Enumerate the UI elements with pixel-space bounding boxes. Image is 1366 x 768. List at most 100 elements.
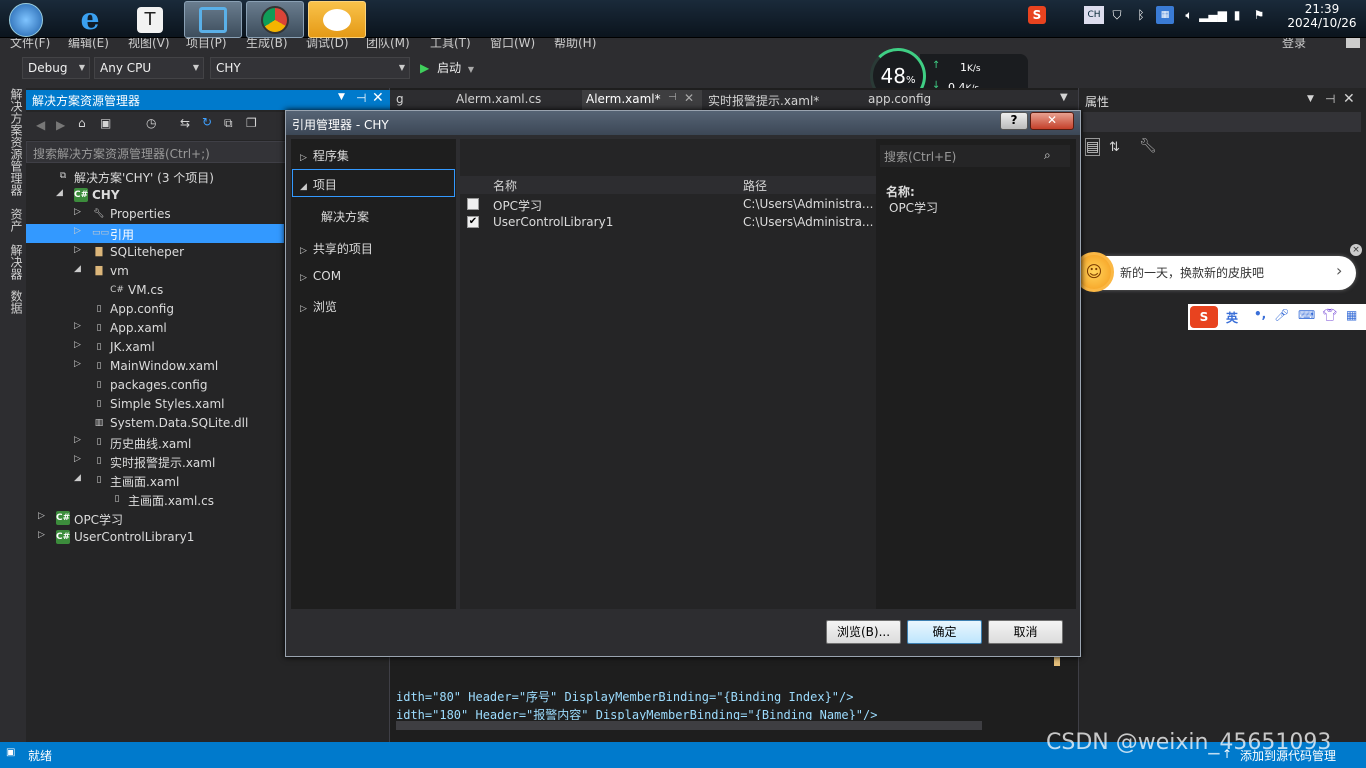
tree-item[interactable]: ▷ ▯ JK.xaml	[26, 338, 284, 357]
keyboard-icon[interactable]: ⌨	[1298, 308, 1315, 322]
collapse-all-icon[interactable]: ⧉	[224, 116, 233, 131]
skin-notification[interactable]: 新的一天，换款新的皮肤吧 ›	[1080, 256, 1356, 290]
pin-icon[interactable]: ⊣	[356, 91, 366, 105]
startup-project-dropdown[interactable]: CHY ▼	[210, 57, 410, 79]
vtab-solution-explorer[interactable]: 解决方案资源管理器	[8, 88, 25, 196]
forward-icon[interactable]: ▶	[56, 118, 65, 132]
sort-alpha-icon[interactable]: ⇅	[1109, 140, 1120, 155]
menu-edit[interactable]: 编辑(E)	[68, 38, 109, 51]
nav-item[interactable]: ▷ 程序集	[300, 147, 349, 164]
reference-row[interactable]: ✔ UserControlLibrary1 C:\Users\Administra.…	[460, 214, 876, 232]
vtab-resolver[interactable]: 解决器	[8, 244, 25, 280]
collapsed-arrow-icon[interactable]: ▷	[74, 245, 81, 255]
object-selector[interactable]	[1083, 112, 1361, 132]
tree-item[interactable]: ▯ 主画面.xaml.cs	[26, 490, 284, 509]
expanded-arrow-icon[interactable]: ◢	[56, 188, 63, 198]
nav-item[interactable]: ▷ 浏览	[300, 298, 337, 315]
column-name[interactable]: 名称	[493, 177, 517, 194]
login-link[interactable]: 登录	[1282, 38, 1306, 51]
tree-item[interactable]: ▯ Simple Styles.xaml	[26, 395, 284, 414]
battery-icon[interactable]: ▮	[1228, 6, 1246, 24]
swap-icon[interactable]: ⇆	[180, 116, 190, 130]
expanded-arrow-icon[interactable]: ◢	[74, 264, 81, 274]
collapsed-arrow-icon[interactable]: ▷	[74, 435, 81, 445]
menu-window[interactable]: 窗口(W)	[490, 38, 535, 51]
menu-view[interactable]: 视图(V)	[128, 38, 170, 51]
menu-debug[interactable]: 调试(D)	[306, 38, 349, 51]
reference-checkbox[interactable]: ✔	[467, 216, 479, 228]
microphone-icon[interactable]: 🎤︎	[1274, 308, 1289, 322]
menu-help[interactable]: 帮助(H)	[554, 38, 596, 51]
tab-app-config[interactable]: app.config	[868, 92, 931, 106]
tree-item[interactable]: ▷ 🔧︎ Properties	[26, 205, 284, 224]
tab-alerm-xaml-active[interactable]: Alerm.xaml* ⊣ ✕	[582, 90, 702, 110]
copy-icon[interactable]: ❐	[246, 116, 257, 130]
close-icon[interactable]: ✕	[1030, 112, 1074, 130]
visual-studio-app[interactable]	[184, 1, 242, 38]
chrome-app[interactable]	[246, 1, 304, 38]
tree-item[interactable]: ▥ System.Data.SQLite.dll	[26, 414, 284, 433]
wechat-app[interactable]	[308, 1, 366, 38]
skin-icon[interactable]: 👕︎	[1322, 308, 1337, 322]
toolbox-icon[interactable]: ▦	[1346, 308, 1357, 322]
dropdown-icon[interactable]: ▼	[338, 92, 345, 102]
shield-icon[interactable]: ⛉	[1108, 6, 1126, 24]
help-button[interactable]: ?	[1000, 112, 1028, 130]
reference-row[interactable]: OPC学习 C:\Users\Administra...	[460, 196, 876, 214]
tree-item[interactable]: ▷ ▯ MainWindow.xaml	[26, 357, 284, 376]
collapsed-arrow-icon[interactable]: ▷	[74, 454, 81, 464]
ime-mode[interactable]: 英	[1226, 309, 1238, 326]
nav-item[interactable]: ▷ 共享的项目	[300, 240, 373, 257]
code-line[interactable]: idth="180" Header="报警内容" DisplayMemberBi…	[396, 706, 1046, 720]
menu-file[interactable]: 文件(F)	[10, 38, 50, 51]
close-icon[interactable]: ✕	[372, 90, 384, 106]
network-icon[interactable]: ▂▄▆	[1199, 6, 1227, 24]
vtab-data[interactable]: 数据	[8, 290, 25, 314]
wrench-icon[interactable]: 🔧︎	[1139, 138, 1157, 154]
sogou-tray-icon[interactable]: S	[1028, 6, 1046, 24]
tree-item[interactable]: ◢ C# CHY	[26, 186, 284, 205]
action-center-icon[interactable]: ⚑	[1250, 6, 1268, 24]
menu-team[interactable]: 团队(M)	[366, 38, 410, 51]
pin-icon[interactable]: ⊣	[1325, 92, 1335, 106]
bluetooth-icon[interactable]: ᛒ	[1132, 6, 1150, 24]
column-path[interactable]: 路径	[743, 177, 767, 194]
tree-item[interactable]: ◢ ▯ 主画面.xaml	[26, 471, 284, 490]
punctuation-icon[interactable]: •,	[1254, 307, 1266, 321]
ok-button[interactable]: 确定	[907, 620, 982, 644]
reference-checkbox[interactable]	[467, 198, 479, 210]
platform-dropdown[interactable]: Any CPU ▼	[94, 57, 204, 79]
tab-overflow-icon[interactable]: ▼	[1060, 92, 1068, 103]
tab-realtime-alarm[interactable]: 实时报警提示.xaml*	[708, 92, 819, 109]
horizontal-scrollbar[interactable]	[396, 721, 982, 730]
collapsed-arrow-icon[interactable]: ▷	[38, 511, 45, 521]
tree-item[interactable]: ▷ ▯ App.xaml	[26, 319, 284, 338]
tree-item[interactable]: ▷ C# OPC学习	[26, 509, 284, 528]
menu-tools[interactable]: 工具(T)	[430, 38, 471, 51]
typora-app[interactable]: T	[126, 1, 174, 38]
tab-alerm-xaml-cs[interactable]: Alerm.xaml.cs	[456, 92, 541, 106]
browse-button[interactable]: 浏览(B)...	[826, 620, 901, 644]
collapsed-arrow-icon[interactable]: ▷	[74, 359, 81, 369]
cancel-button[interactable]: 取消	[988, 620, 1063, 644]
menu-build[interactable]: 生成(B)	[246, 38, 288, 51]
collapsed-arrow-icon[interactable]: ▷	[74, 207, 81, 217]
tree-item[interactable]: ⧉ 解决方案'CHY' (3 个项目)	[26, 167, 284, 186]
expanded-arrow-icon[interactable]: ◢	[74, 473, 81, 483]
menu-project[interactable]: 项目(P)	[186, 38, 227, 51]
pin-icon[interactable]: ⊣	[668, 92, 677, 103]
home-icon[interactable]: ⌂	[78, 116, 86, 130]
tree-item[interactable]: ◢ ▇ vm	[26, 262, 284, 281]
refresh-icon[interactable]: ↻	[202, 115, 212, 129]
tree-item[interactable]: ▷ ▭▭ 引用	[26, 224, 284, 243]
nav-item[interactable]: ▷ COM	[300, 269, 341, 283]
tab-g[interactable]: g	[396, 92, 404, 106]
dropdown-icon[interactable]: ▼	[1307, 94, 1314, 104]
tree-item[interactable]: ▷ ▯ 历史曲线.xaml	[26, 433, 284, 452]
app-tray-icon[interactable]: ▦	[1156, 6, 1174, 24]
sync-view-icon[interactable]: ▣	[100, 116, 111, 130]
tree-item[interactable]: ▯ packages.config	[26, 376, 284, 395]
volume-icon[interactable]: 🔈︎	[1180, 6, 1198, 24]
start-button[interactable]: ▶ 启动 ▼	[420, 59, 474, 76]
history-icon[interactable]: ◷	[146, 116, 156, 130]
